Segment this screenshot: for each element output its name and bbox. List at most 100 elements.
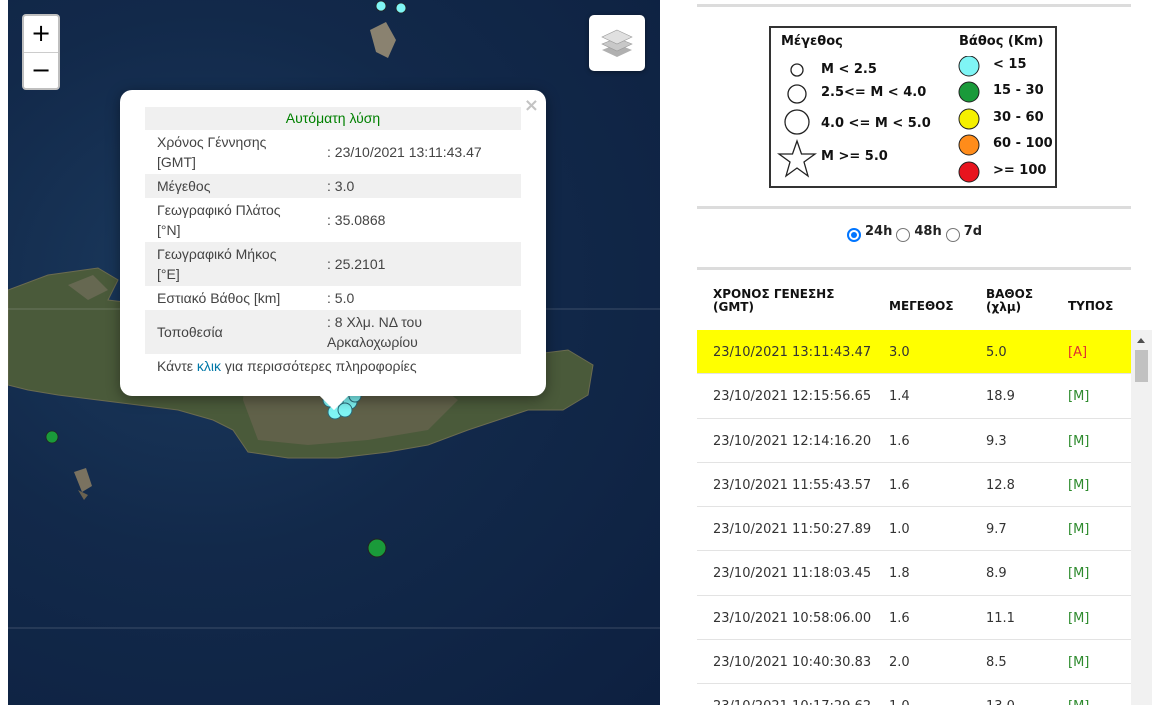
- legend-depth-2: 15 - 30: [993, 83, 1044, 98]
- popup-row-label: Μέγεθος: [145, 174, 315, 198]
- table-row[interactable]: 23/10/2021 11:18:03.45 1.8 8.9 [M]: [697, 551, 1131, 596]
- popup-row-label: Τοποθεσία: [145, 310, 315, 354]
- popup-row: Εστιακό Βάθος [km] : 5.0: [145, 286, 521, 310]
- scroll-thumb[interactable]: [1135, 350, 1148, 382]
- popup-row-value: : 8 Χλμ. ΝΔ του Αρκαλοχωρίου: [315, 310, 521, 354]
- magnitude-symbol-medium: [787, 84, 807, 104]
- quake-marker[interactable]: [367, 538, 387, 558]
- quake-popup: × Αυτόματη λύση Χρόνος Γέννησης [GMT]: 2…: [120, 90, 546, 411]
- cell-depth: 13.0: [986, 699, 1015, 705]
- cell-depth: 12.8: [986, 477, 1015, 493]
- cell-depth: 18.9: [986, 389, 1015, 405]
- cell-magnitude: 3.0: [889, 345, 910, 360]
- header-magnitude[interactable]: ΜΕΓΕΘΟΣ: [889, 300, 954, 313]
- layers-icon: [601, 29, 633, 57]
- zoom-out-button[interactable]: −: [24, 52, 58, 88]
- header-depth-line1: ΒΑΘΟΣ: [986, 287, 1034, 301]
- radio-24h-label[interactable]: 24h: [865, 224, 892, 239]
- table-row[interactable]: 23/10/2021 11:50:27.89 1.0 9.7 [M]: [697, 507, 1131, 552]
- quake-marker[interactable]: [395, 2, 407, 14]
- more-info-prefix: Κάντε: [157, 358, 197, 374]
- cell-time: 23/10/2021 10:58:06.00: [713, 610, 872, 626]
- cell-magnitude: 1.6: [889, 477, 910, 493]
- popup-row: Γεωγραφικό Μήκος [°E]: 25.2101: [145, 242, 521, 286]
- cell-depth: 5.0: [986, 345, 1007, 360]
- cell-type: [M]: [1068, 610, 1090, 626]
- popup-row-value: : 3.0: [315, 174, 521, 198]
- cell-type: [A]: [1068, 345, 1088, 360]
- quake-marker[interactable]: [45, 430, 59, 444]
- quake-marker[interactable]: [375, 0, 387, 12]
- table-row[interactable]: 23/10/2021 12:15:56.65 1.4 18.9 [M]: [697, 374, 1131, 419]
- depth-swatch-0: [958, 56, 980, 77]
- cell-depth: 11.1: [986, 610, 1015, 626]
- cell-type: [M]: [1068, 655, 1090, 671]
- legend-depth-title: Βάθος (Km): [959, 34, 1044, 49]
- legend-depth-1: < 15: [993, 57, 1027, 72]
- radio-7d[interactable]: [945, 227, 960, 242]
- seismic-map[interactable]: + − × Αυτόματη λύση Χρόνος Γέννησης [GMT…: [8, 0, 660, 705]
- popup-details: Χρόνος Γέννησης [GMT]: 23/10/2021 13:11:…: [145, 130, 521, 354]
- legend-depth-4: 60 - 100: [993, 136, 1053, 151]
- table-row[interactable]: 23/10/2021 10:17:29.62 1.0 13.0 [M]: [697, 684, 1131, 705]
- popup-close-icon[interactable]: ×: [524, 95, 539, 116]
- header-time[interactable]: ΧΡΟΝΟΣ ΓΕΝΕΣΗΣ (GMT): [713, 288, 834, 314]
- popup-row: Γεωγραφικό Πλάτος [°N]: 35.0868: [145, 198, 521, 242]
- scroll-up-icon[interactable]: [1137, 338, 1145, 343]
- legend: Μέγεθος Βάθος (Km) M < 2.5 2.5<= M < 4.0…: [769, 26, 1057, 188]
- zoom-in-button[interactable]: +: [24, 16, 58, 52]
- cell-type: [M]: [1068, 699, 1089, 705]
- scrollbar[interactable]: [1131, 330, 1152, 705]
- cell-time: 23/10/2021 11:50:27.89: [713, 522, 872, 538]
- radio-24h[interactable]: [847, 227, 861, 242]
- radio-7d-label[interactable]: 7d: [964, 224, 982, 239]
- popup-row-label: Γεωγραφικό Πλάτος [°N]: [157, 202, 281, 238]
- cell-magnitude: 1.6: [889, 610, 910, 626]
- cell-time: 23/10/2021 12:14:16.20: [713, 433, 872, 449]
- legend-mag-4: M >= 5.0: [821, 149, 888, 164]
- table-row[interactable]: 23/10/2021 11:55:43.57 1.6 12.8 [M]: [697, 463, 1131, 508]
- header-depth-line2: (χλμ): [986, 300, 1022, 314]
- cell-time: 23/10/2021 13:11:43.47: [713, 345, 872, 360]
- header-depth[interactable]: ΒΑΘΟΣ (χλμ): [986, 288, 1033, 314]
- popup-row-value: : 5.0: [327, 290, 355, 306]
- cell-type: [M]: [1068, 566, 1090, 582]
- legend-mag-3: 4.0 <= M < 5.0: [821, 116, 931, 131]
- star-icon: [777, 139, 817, 178]
- radio-48h-label[interactable]: 48h: [914, 224, 941, 239]
- popup-row-label: Εστιακό Βάθος [km]: [157, 290, 281, 306]
- legend-mag-2: 2.5<= M < 4.0: [821, 85, 927, 100]
- cell-magnitude: 1.8: [889, 566, 910, 582]
- cell-type: [M]: [1068, 433, 1090, 449]
- divider: [697, 267, 1131, 270]
- popup-row: Μέγεθος: 3.0: [145, 174, 521, 198]
- zoom-control: + −: [22, 14, 60, 90]
- cell-type: [M]: [1068, 389, 1090, 405]
- cell-magnitude: 1.0: [889, 699, 910, 705]
- header-type[interactable]: ΤΥΠΟΣ: [1068, 300, 1113, 313]
- quake-list[interactable]: 23/10/2021 13:11:43.47 3.0 5.0 [A] 23/10/202…: [697, 330, 1131, 705]
- divider: [697, 206, 1131, 209]
- legend-depth-5: >= 100: [993, 163, 1047, 178]
- table-row[interactable]: 23/10/2021 13:11:43.47 3.0 5.0 [A]: [697, 330, 1131, 375]
- radio-48h[interactable]: [896, 227, 911, 242]
- table-row[interactable]: 23/10/2021 12:14:16.20 1.6 9.3 [M]: [697, 419, 1131, 463]
- cell-time: 23/10/2021 10:17:29.62: [713, 699, 871, 705]
- depth-swatch-2: [958, 108, 980, 130]
- layers-button[interactable]: [589, 15, 645, 71]
- cell-depth: 9.3: [986, 433, 1007, 449]
- cell-depth: 9.7: [986, 522, 1007, 538]
- table-row[interactable]: 23/10/2021 10:40:30.83 2.0 8.5 [M]: [697, 640, 1131, 685]
- depth-swatches: [958, 56, 980, 183]
- magnitude-symbol-large: [784, 109, 810, 135]
- magnitude-symbol-small: [790, 63, 804, 77]
- cell-type: [M]: [1068, 522, 1090, 538]
- table-row[interactable]: 23/10/2021 10:58:06.00 1.6 11.1 [M]: [697, 596, 1131, 641]
- more-info-link[interactable]: κλικ: [197, 358, 221, 374]
- legend-mag-1: M < 2.5: [821, 62, 877, 77]
- cell-magnitude: 1.0: [889, 522, 910, 538]
- cell-time: 23/10/2021 10:40:30.83: [713, 655, 872, 671]
- popup-row: Τοποθεσία: 8 Χλμ. ΝΔ του Αρκαλοχωρίου: [145, 310, 521, 354]
- side-panel: Μέγεθος Βάθος (Km) M < 2.5 2.5<= M < 4.0…: [697, 0, 1131, 705]
- header-time-line2: (GMT): [713, 300, 754, 314]
